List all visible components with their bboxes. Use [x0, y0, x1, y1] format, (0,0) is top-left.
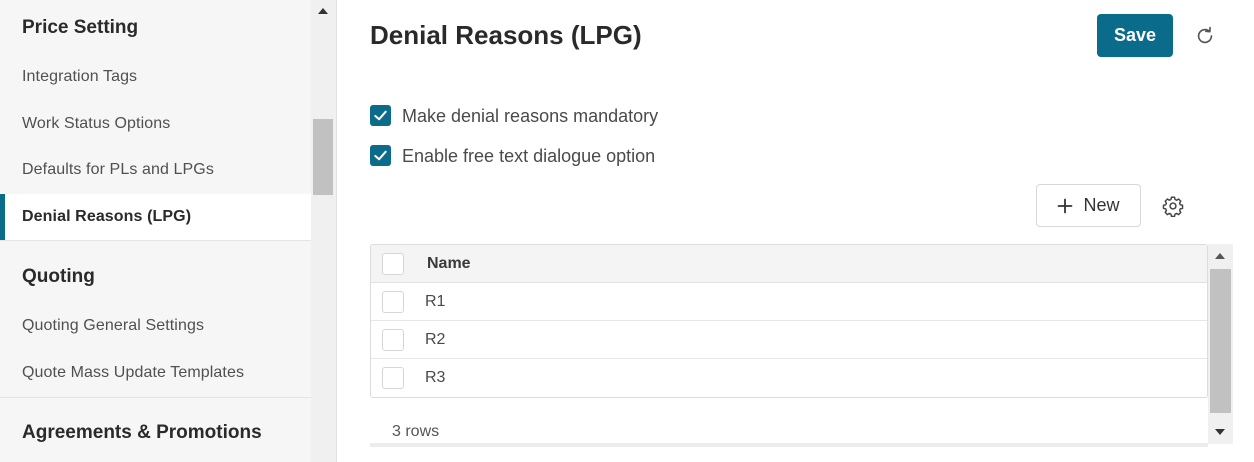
sidebar-item-defaults-for-pls-and-lpgs[interactable]: Defaults for PLs and LPGs — [0, 147, 311, 193]
sidebar: Price Setting Integration Tags Work Stat… — [0, 0, 311, 462]
row-checkbox[interactable] — [382, 329, 404, 351]
free-text-checkbox-label: Enable free text dialogue option — [402, 146, 656, 166]
row-count-label: 3 rows — [392, 423, 440, 440]
row-checkbox[interactable] — [382, 367, 404, 389]
refresh-icon[interactable] — [1194, 25, 1216, 47]
page-title: Denial Reasons (LPG) — [370, 20, 642, 50]
column-header-name[interactable]: Name — [427, 255, 471, 273]
panel-divider — [336, 0, 337, 462]
row-name-cell: R3 — [425, 369, 446, 386]
row-name-cell: R2 — [425, 331, 446, 348]
sidebar-scrollbar[interactable] — [311, 0, 336, 462]
table-header: Name — [371, 245, 1207, 283]
save-button[interactable]: Save — [1097, 14, 1173, 57]
sidebar-divider — [0, 397, 311, 398]
mandatory-checkbox[interactable] — [370, 105, 391, 126]
row-name-cell: R1 — [425, 293, 446, 310]
free-text-checkbox[interactable] — [370, 145, 391, 166]
select-all-checkbox[interactable] — [382, 253, 404, 275]
scroll-up-arrow-icon[interactable] — [318, 8, 328, 14]
row-checkbox[interactable] — [382, 291, 404, 313]
scroll-up-arrow-icon[interactable] — [1215, 253, 1225, 259]
mandatory-checkbox-label: Make denial reasons mandatory — [402, 106, 659, 126]
sidebar-item-work-status-options[interactable]: Work Status Options — [0, 101, 311, 147]
new-button-label: New — [1083, 195, 1120, 215]
checkmark-icon — [374, 110, 387, 121]
checkmark-icon — [374, 150, 387, 161]
sidebar-item-quoting-general-settings[interactable]: Quoting General Settings — [0, 303, 311, 349]
sidebar-scroll-thumb[interactable] — [313, 119, 333, 195]
table-row[interactable]: R3 — [371, 359, 1207, 397]
table-row[interactable]: R2 — [371, 321, 1207, 359]
gear-icon[interactable] — [1162, 195, 1184, 217]
main-scroll-thumb[interactable] — [1210, 269, 1231, 413]
scroll-down-arrow-icon[interactable] — [1215, 429, 1225, 435]
sidebar-section-agreements-promotions: Agreements & Promotions — [22, 422, 262, 443]
main-scrollbar[interactable] — [1208, 244, 1233, 444]
table-row[interactable]: R1 — [371, 283, 1207, 321]
sidebar-item-quote-mass-update-templates[interactable]: Quote Mass Update Templates — [0, 350, 311, 396]
new-button[interactable]: New — [1036, 184, 1141, 227]
sidebar-item-integration-tags[interactable]: Integration Tags — [0, 54, 311, 100]
sidebar-section-quoting: Quoting — [22, 266, 95, 287]
denial-reasons-table: Name R1 R2 R3 — [370, 244, 1208, 398]
sidebar-section-price-setting: Price Setting — [22, 17, 139, 38]
sidebar-item-denial-reasons[interactable]: Denial Reasons (LPG) — [0, 194, 311, 240]
sidebar-divider — [0, 240, 311, 241]
table-footer-divider — [370, 443, 1208, 447]
plus-icon — [1058, 198, 1073, 213]
